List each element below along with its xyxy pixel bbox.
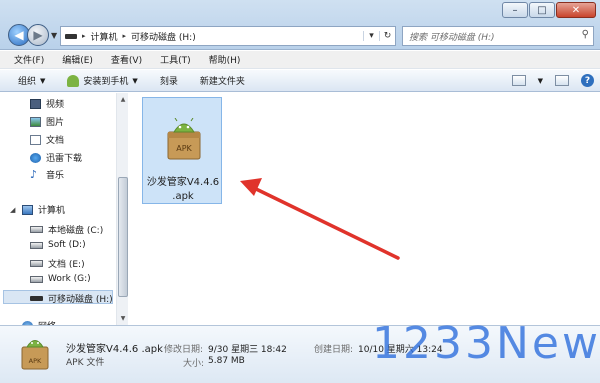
sidebar-item-xunlei[interactable]: 迅雷下载 [30,151,82,164]
maximize-button[interactable]: □ [529,2,555,18]
chevron-down-icon: ▼ [132,76,138,85]
scroll-down-icon[interactable]: ▼ [118,313,128,324]
sidebar-scrollbar[interactable]: ▲ ▼ [116,93,128,325]
file-item-apk[interactable]: APK 沙发管家V4.4.6 .apk [142,97,222,204]
sidebar-item-computer[interactable]: 计算机 [22,203,65,216]
sidebar-item-drive-g[interactable]: Work (G:) [30,274,91,284]
sidebar-item-label: 计算机 [38,206,66,216]
file-name: 沙发管家V4.4.6 .apk [143,176,223,204]
sidebar-item-music[interactable]: ♪ 音乐 [30,168,64,181]
sidebar-item-drive-e[interactable]: 文档 (E:) [30,257,85,270]
navigation-buttons: ◀ ▶ ▼ [8,24,57,46]
drive-icon [65,33,77,39]
close-button[interactable]: ✕ [556,2,596,18]
sidebar-item-pictures[interactable]: 图片 [30,115,64,128]
sidebar-item-label: 图片 [46,118,65,128]
video-icon [30,98,41,109]
scroll-up-icon[interactable]: ▲ [118,94,128,105]
hard-drive-icon [30,241,43,249]
preview-pane-icon[interactable] [555,75,569,86]
sidebar-item-label: 音乐 [46,171,65,181]
details-file-name: 沙发管家V4.4.6 .apk [66,344,163,355]
install-label: 安装到手机 [83,77,129,87]
menu-file[interactable]: 文件(F) [14,53,44,66]
apk-icon-label: APK [176,144,192,153]
search-icon[interactable]: ⚲ [582,29,589,40]
music-icon: ♪ [30,167,38,181]
modified-label: 修改日期: [164,345,204,355]
size-label: 大小: [183,359,205,369]
sidebar-item-drive-h[interactable]: 可移动磁盘 (H:) [30,292,113,305]
file-list-pane: APK 沙发管家V4.4.6 .apk [129,93,600,325]
menu-view[interactable]: 查看(V) [111,53,142,66]
menu-tools[interactable]: 工具(T) [160,53,191,66]
recent-pages-dropdown[interactable]: ▼ [51,31,57,40]
burn-label: 刻录 [159,77,178,87]
scrollbar-thumb[interactable] [118,177,128,297]
menu-help[interactable]: 帮助(H) [209,53,241,66]
created-label: 创建日期: [314,345,354,355]
forward-button[interactable]: ▶ [27,24,49,46]
menu-bar: 文件(F) 编辑(E) 查看(V) 工具(T) 帮助(H) [0,51,600,69]
file-name-line1: 沙发管家V4.4.6 [146,177,220,188]
hard-drive-icon [30,260,43,267]
minimize-button[interactable]: – [502,2,528,18]
back-arrow-icon: ◀ [14,28,24,42]
chevron-down-icon: ▼ [40,76,46,85]
sidebar-item-label: 本地磁盘 (C:) [48,226,104,236]
view-dropdown-icon[interactable]: ▼ [538,77,543,85]
navigation-pane: 视频 图片 文档 迅雷下载 ♪ 音乐 ◢ 计算机 本地磁盘 (C:) Soft … [0,93,128,325]
address-dropdown-icon[interactable]: ▾ [363,31,379,41]
sidebar-item-label: Soft (D:) [48,240,86,250]
window-controls: – □ ✕ [502,2,596,18]
new-folder-label: 新建文件夹 [199,77,245,87]
forward-arrow-icon: ▶ [33,28,43,42]
apk-file-icon: APK [167,118,201,160]
hard-drive-icon [30,275,43,283]
apk-file-icon: APK [21,340,49,370]
organize-button[interactable]: 组织 ▼ [18,74,46,88]
sidebar-item-drive-c[interactable]: 本地磁盘 (C:) [30,223,103,236]
search-input[interactable]: 搜索 可移动磁盘 (H:) ⚲ [402,26,594,46]
sidebar-item-label: 视频 [46,100,65,110]
file-name-line2: .apk [172,191,194,202]
breadcrumb-computer[interactable]: 计算机 [91,30,118,43]
view-options-icon[interactable] [511,75,526,86]
new-folder-button[interactable]: 新建文件夹 [200,74,245,87]
title-bar: – □ ✕ ◀ ▶ ▼ ▸ 计算机 ▸ 可移动磁盘 (H:) ▾ ↻ 搜索 可移… [0,0,600,50]
watermark: 1233News [372,318,600,369]
breadcrumb-separator[interactable]: ▸ [82,32,86,40]
sidebar-item-drive-d[interactable]: Soft (D:) [30,240,86,250]
sidebar-item-documents[interactable]: 文档 [30,133,64,146]
breadcrumb-separator[interactable]: ▸ [123,32,127,40]
sidebar-item-videos[interactable]: 视频 [30,97,64,110]
breadcrumb-removable-disk[interactable]: 可移动磁盘 (H:) [131,30,196,43]
help-icon[interactable]: ? [581,74,594,87]
details-file-type: APK 文件 [66,358,105,368]
sidebar-item-label: 迅雷下载 [46,154,83,164]
sidebar-item-label: Work (G:) [48,274,91,284]
address-bar[interactable]: ▸ 计算机 ▸ 可移动磁盘 (H:) ▾ ↻ [60,26,396,46]
burn-button[interactable]: 刻录 [160,74,178,87]
android-icon [67,74,80,87]
picture-icon [30,116,41,127]
menu-edit[interactable]: 编辑(E) [62,53,93,66]
install-to-phone-button[interactable]: 安装到手机 ▼ [67,74,138,87]
usb-drive-icon [30,296,43,301]
sidebar-item-label: 文档 [46,136,65,146]
command-bar: 组织 ▼ 安装到手机 ▼ 刻录 新建文件夹 ▼ ? [0,70,600,92]
computer-icon [22,204,33,215]
search-placeholder: 搜索 可移动磁盘 (H:) [409,32,495,43]
organize-label: 组织 [18,77,37,87]
xunlei-icon [30,152,41,163]
refresh-icon[interactable]: ↻ [379,31,395,41]
modified-value: 9/30 星期三 18:42 [208,345,287,355]
document-icon [30,134,41,145]
expand-arrow-icon[interactable]: ◢ [10,206,15,214]
sidebar-item-label: 文档 (E:) [48,260,85,270]
size-value: 5.87 MB [208,356,245,366]
sidebar-item-label: 可移动磁盘 (H:) [48,295,113,305]
hard-drive-icon [30,226,43,233]
apk-icon-label: APK [29,357,42,365]
